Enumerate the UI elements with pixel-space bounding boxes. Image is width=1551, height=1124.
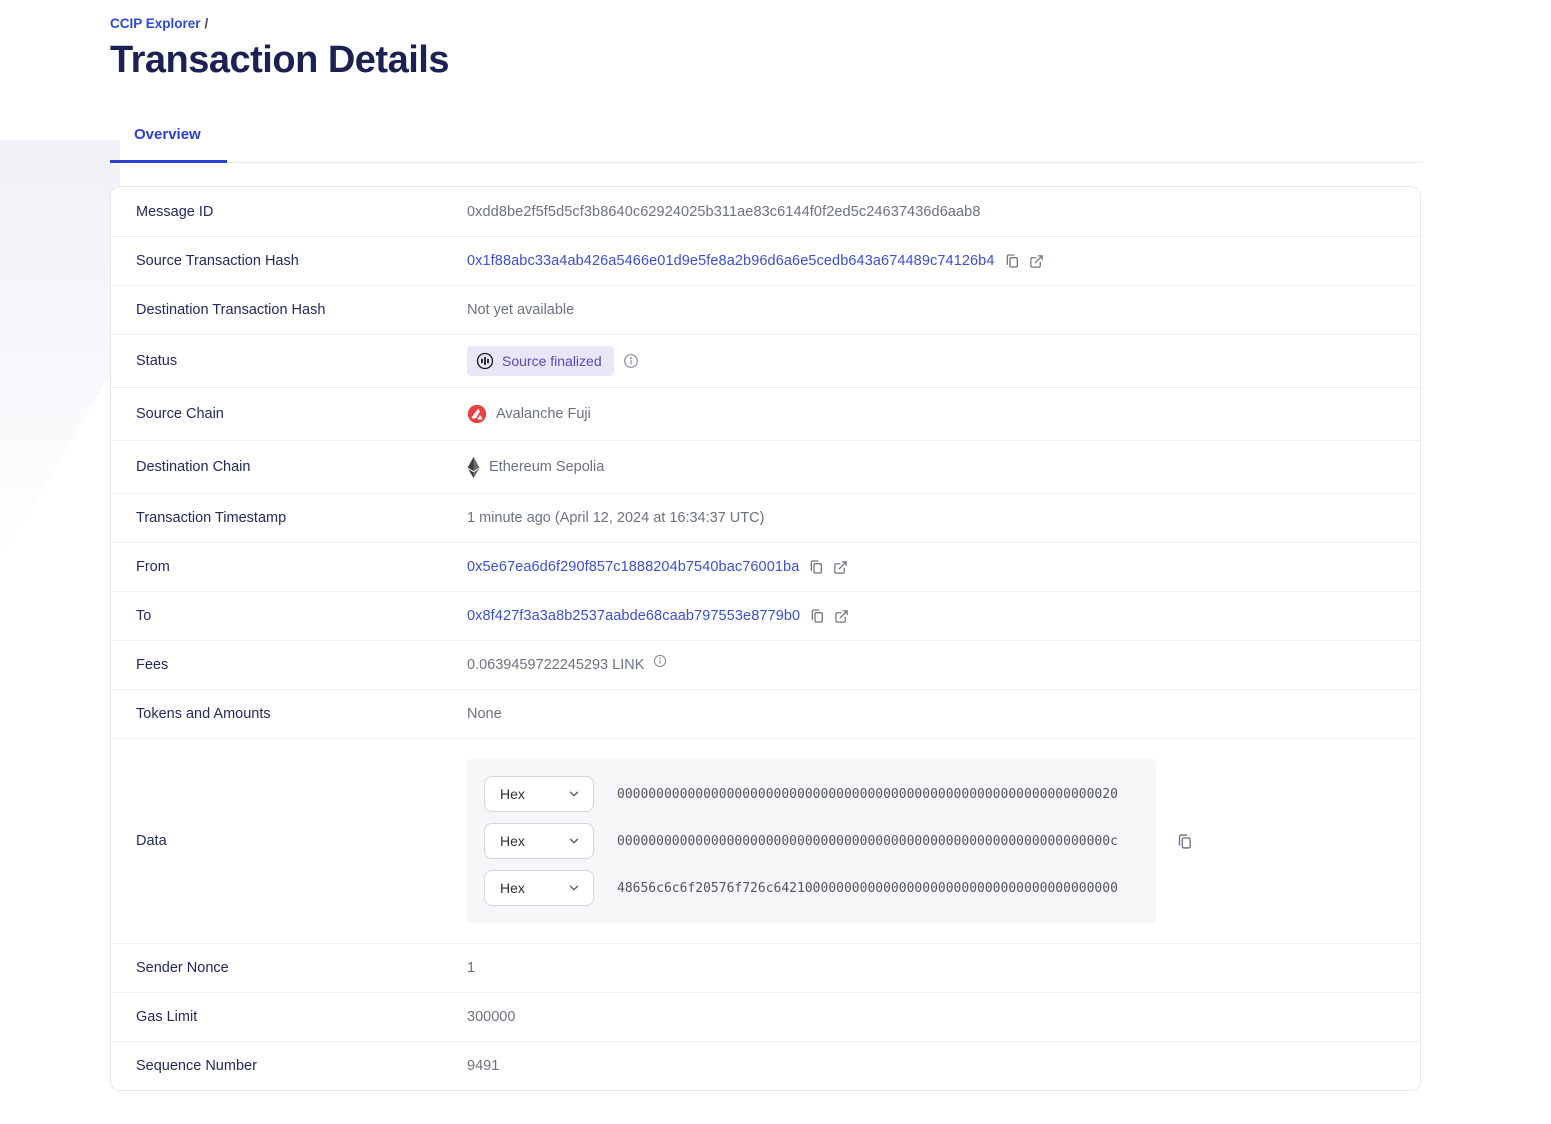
field-label: Message ID xyxy=(136,203,214,220)
timestamp-value: 1 minute ago (April 12, 2024 at 16:34:37… xyxy=(467,510,765,526)
field-label: Tokens and Amounts xyxy=(136,706,271,722)
hex-encoding-value: Hex xyxy=(500,880,525,896)
from-address-link[interactable]: 0x5e67ea6d6f290f857c1888204b7540bac76001… xyxy=(467,559,799,575)
field-label: Data xyxy=(136,833,167,849)
external-link-icon[interactable] xyxy=(833,560,848,575)
table-row-gas-limit: Gas Limit 300000 xyxy=(111,992,1420,1041)
field-label: Destination Transaction Hash xyxy=(136,302,326,318)
hex-encoding-value: Hex xyxy=(500,786,525,802)
field-label: To xyxy=(136,608,152,624)
field-label: Gas Limit xyxy=(136,1009,198,1025)
table-row-data: Data Hex 0000000000000000000000000000000… xyxy=(111,738,1420,943)
external-link-icon[interactable] xyxy=(1029,254,1044,269)
tab-bar: Overview xyxy=(110,126,1421,163)
tab-overview[interactable]: Overview xyxy=(110,126,227,163)
field-label: Transaction Timestamp xyxy=(136,510,287,526)
dest-chain-label: Ethereum Sepolia xyxy=(489,459,605,475)
data-hex-value: 0000000000000000000000000000000000000000… xyxy=(617,786,1118,802)
info-icon[interactable] xyxy=(653,654,667,668)
data-hex-line: Hex 000000000000000000000000000000000000… xyxy=(484,776,1139,812)
source-tx-hash-link[interactable]: 0x1f88abc33a4ab426a5466e01d9e5fe8a2b96d6… xyxy=(467,253,995,269)
hex-encoding-select[interactable]: Hex xyxy=(484,823,594,859)
avalanche-logo-icon xyxy=(467,404,487,424)
table-row-dest-chain: Destination Chain Ethereum Sepolia xyxy=(111,440,1420,493)
chevron-down-icon xyxy=(567,881,581,895)
table-row-status: Status Source finalized xyxy=(111,334,1420,387)
sequence-number-value: 9491 xyxy=(467,1058,500,1074)
data-hex-line: Hex 000000000000000000000000000000000000… xyxy=(484,823,1139,859)
field-label: Sender Nonce xyxy=(136,960,229,976)
background-decoration xyxy=(0,140,120,560)
field-label: Destination Chain xyxy=(136,459,251,475)
table-row-from: From 0x5e67ea6d6f290f857c1888204b7540bac… xyxy=(111,542,1420,591)
progress-circle-icon xyxy=(476,352,494,370)
breadcrumb: CCIP Explorer / xyxy=(110,16,1421,31)
source-chain-value: Avalanche Fuji xyxy=(467,404,591,424)
table-row-sequence-number: Sequence Number 9491 xyxy=(111,1041,1420,1090)
data-hex-line: Hex 48656c6c6f20576f726c6421000000000000… xyxy=(484,870,1139,906)
table-row-dest-tx-hash: Destination Transaction Hash Not yet ava… xyxy=(111,285,1420,334)
main-content: CCIP Explorer / Transaction Details Overv… xyxy=(110,0,1421,1091)
gas-limit-value: 300000 xyxy=(467,1009,516,1025)
table-row-source-chain: Source Chain Avalanche Fuji xyxy=(111,387,1420,440)
field-label: Status xyxy=(136,353,178,369)
breadcrumb-separator: / xyxy=(204,16,209,31)
table-row-timestamp: Transaction Timestamp 1 minute ago (Apri… xyxy=(111,493,1420,542)
field-label: From xyxy=(136,559,170,575)
data-hex-value: 0000000000000000000000000000000000000000… xyxy=(617,833,1118,849)
fees-value: 0.0639459722245293 LINK xyxy=(467,657,645,673)
sender-nonce-value: 1 xyxy=(467,960,476,976)
info-icon[interactable] xyxy=(623,353,639,369)
chevron-down-icon xyxy=(567,787,581,801)
dest-chain-value: Ethereum Sepolia xyxy=(467,456,605,478)
field-label: Source Chain xyxy=(136,406,224,422)
copy-icon[interactable] xyxy=(1176,833,1193,850)
field-label: Fees xyxy=(136,657,169,673)
copy-icon[interactable] xyxy=(808,559,824,575)
tokens-and-amounts-value: None xyxy=(467,706,502,722)
ethereum-logo-icon xyxy=(467,456,480,478)
breadcrumb-link-ccip-explorer[interactable]: CCIP Explorer xyxy=(110,16,201,31)
transaction-details-table: Message ID 0xdd8be2f5f5d5cf3b8640c629240… xyxy=(110,186,1421,1091)
field-label: Sequence Number xyxy=(136,1058,257,1074)
status-badge: Source finalized xyxy=(467,346,614,376)
table-row-sender-nonce: Sender Nonce 1 xyxy=(111,943,1420,992)
status-badge-label: Source finalized xyxy=(502,353,602,369)
message-id-value: 0xdd8be2f5f5d5cf3b8640c62924025b311ae83c… xyxy=(467,203,981,220)
hex-encoding-select[interactable]: Hex xyxy=(484,870,594,906)
table-row-message-id: Message ID 0xdd8be2f5f5d5cf3b8640c629240… xyxy=(111,187,1420,236)
page-title: Transaction Details xyxy=(110,39,449,81)
hex-encoding-select[interactable]: Hex xyxy=(484,776,594,812)
copy-icon[interactable] xyxy=(1004,253,1020,269)
table-row-tokens-and-amounts: Tokens and Amounts None xyxy=(111,689,1420,738)
copy-icon[interactable] xyxy=(809,608,825,624)
field-label: Source Transaction Hash xyxy=(136,253,299,269)
data-hex-box: Hex 000000000000000000000000000000000000… xyxy=(467,759,1156,923)
table-row-source-tx-hash: Source Transaction Hash 0x1f88abc33a4ab4… xyxy=(111,236,1420,285)
hex-encoding-value: Hex xyxy=(500,833,525,849)
table-row-to: To 0x8f427f3a3a8b2537aabde68caab797553e8… xyxy=(111,591,1420,640)
to-address-link[interactable]: 0x8f427f3a3a8b2537aabde68caab797553e8779… xyxy=(467,608,800,624)
chevron-down-icon xyxy=(567,834,581,848)
table-row-fees: Fees 0.0639459722245293 LINK xyxy=(111,640,1420,689)
dest-tx-hash-value: Not yet available xyxy=(467,302,575,318)
data-hex-value: 48656c6c6f20576f726c64210000000000000000… xyxy=(617,880,1118,896)
source-chain-label: Avalanche Fuji xyxy=(496,406,591,422)
external-link-icon[interactable] xyxy=(834,609,849,624)
